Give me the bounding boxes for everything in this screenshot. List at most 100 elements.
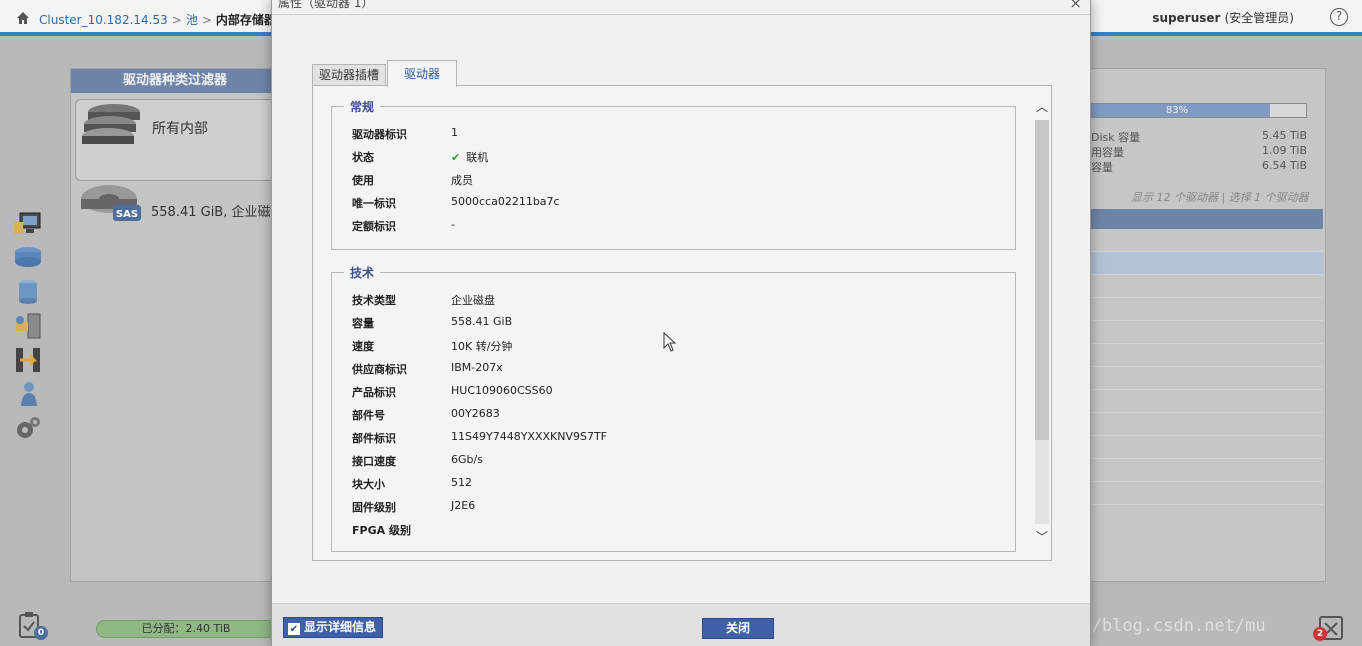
table-row[interactable]: [1091, 275, 1323, 298]
hosts-icon[interactable]: [12, 312, 44, 340]
drive-filter-title: 驱动器种类过滤器: [71, 69, 279, 93]
property-value: ✔ 联机: [451, 149, 488, 165]
help-icon[interactable]: ?: [1330, 8, 1348, 26]
property-key: 驱动器标识: [352, 128, 407, 141]
scroll-up-chevron-icon[interactable]: ︿: [1035, 100, 1049, 114]
table-row[interactable]: [1091, 436, 1323, 459]
breadcrumb: Cluster_10.182.14.53 > 池 > 内部存储器: [39, 11, 276, 28]
property-value: 1: [451, 126, 458, 139]
tab-drive[interactable]: 驱动器: [387, 60, 458, 87]
dialog-close-icon[interactable]: ×: [1069, 0, 1082, 12]
table-row[interactable]: [1091, 321, 1323, 344]
drive-filter-panel: 驱动器种类过滤器 所有内部 SAS 558.41 GiB, 企业磁盘: [70, 68, 285, 582]
allocated-capacity-bar: 已分配：2.40 TiB: [96, 620, 276, 638]
user-name: superuser: [1152, 11, 1221, 25]
properties-scrollbar[interactable]: ︿ ﹀: [1033, 96, 1051, 548]
properties-scroll-area[interactable]: 常规 驱动器标识 1 状态 ✔ 联机 使用 成员 唯一标识 5000cca02211ba7…: [313, 86, 1033, 560]
drive-properties-dialog: 属性（驱动器 1） × 驱动器插槽 驱动器 常规 驱动器标识 1 状态 ✔ 联机 使用…: [271, 0, 1091, 646]
table-row[interactable]: [1091, 367, 1323, 390]
side-navigation: [12, 210, 48, 448]
property-value: HUC109060CSS60: [451, 384, 553, 397]
online-check-icon: ✔: [451, 151, 461, 164]
property-key: 唯一标识: [352, 197, 396, 210]
property-value: -: [451, 218, 455, 231]
property-key: 使用: [352, 174, 374, 187]
mouse-cursor-icon: [663, 332, 677, 352]
property-key: 速度: [352, 340, 374, 353]
tab-drive-slot[interactable]: 驱动器插槽: [312, 64, 387, 86]
stat-label: 用容量: [1091, 146, 1124, 159]
property-value: 00Y2683: [451, 407, 500, 420]
drive-tab-panel: 常规 驱动器标识 1 状态 ✔ 联机 使用 成员 唯一标识 5000cca02211ba7…: [312, 85, 1052, 561]
sas-badge: SAS: [116, 209, 138, 220]
show-details-checkbox[interactable]: ✔ 显示详细信息: [283, 617, 384, 638]
scrollbar-thumb[interactable]: [1035, 120, 1049, 440]
settings-gear-icon[interactable]: [12, 414, 44, 442]
technical-legend: 技术: [344, 264, 381, 281]
stat-row: Disk 容量 5.45 TiB: [1091, 129, 1311, 145]
breadcrumb-separator: >: [171, 13, 182, 27]
table-row[interactable]: [1091, 390, 1323, 413]
user-role: (安全管理员): [1224, 11, 1294, 25]
stat-label: 容量: [1091, 161, 1113, 174]
alerts-count-badge: 2: [1313, 627, 1327, 641]
table-row[interactable]: [1091, 344, 1323, 367]
table-row[interactable]: [1091, 482, 1323, 505]
close-button[interactable]: 关闭: [702, 618, 774, 639]
breadcrumb-cluster[interactable]: Cluster_10.182.14.53: [39, 13, 168, 27]
table-row[interactable]: [1091, 229, 1323, 252]
stat-label: Disk 容量: [1091, 131, 1141, 144]
breadcrumb-separator: >: [201, 13, 212, 27]
tasks-count-badge: 0: [34, 626, 48, 640]
stat-row: 容量 6.54 TiB: [1091, 159, 1311, 175]
capacity-progress-bar: 83%: [1091, 103, 1307, 118]
checkbox-checked-icon: ✔: [288, 623, 300, 635]
stat-row: 用容量 1.09 TiB: [1091, 144, 1311, 160]
property-value: 5000cca02211ba7c: [451, 195, 560, 208]
property-key: 块大小: [352, 478, 385, 491]
dialog-footer: ✔ 显示详细信息 关闭: [272, 603, 1090, 646]
show-details-label: 显示详细信息: [304, 620, 377, 634]
drive-stack-icon: [82, 104, 140, 144]
access-icon[interactable]: [12, 380, 44, 408]
property-value: 558.41 GiB: [451, 315, 513, 328]
table-row[interactable]: [1091, 298, 1323, 321]
volumes-icon[interactable]: [12, 278, 44, 306]
table-row[interactable]: [1091, 459, 1323, 482]
property-value: 512: [451, 476, 472, 489]
table-row-selected[interactable]: [1091, 252, 1323, 275]
sas-disk-icon: SAS: [81, 185, 141, 221]
property-key: 产品标识: [352, 386, 396, 399]
property-key: 定额标识: [352, 220, 396, 233]
pools-icon[interactable]: [12, 244, 44, 272]
copy-services-icon[interactable]: [12, 346, 44, 374]
drive-table-header: [1091, 209, 1323, 229]
breadcrumb-pools[interactable]: 池: [186, 13, 198, 27]
property-value: 成员: [451, 174, 473, 187]
property-key: 容量: [352, 317, 374, 330]
property-key: 供应商标识: [352, 363, 407, 376]
scroll-down-chevron-icon[interactable]: ﹀: [1035, 530, 1049, 544]
property-key: 状态: [352, 151, 374, 164]
property-value: 6Gb/s: [451, 453, 483, 466]
stat-value: 1.09 TiB: [1262, 144, 1307, 157]
property-key: 部件号: [352, 409, 385, 422]
scrollbar-track[interactable]: [1035, 120, 1049, 524]
general-legend: 常规: [344, 98, 381, 115]
property-key: 部件标识: [352, 432, 396, 445]
property-value: J2E6: [451, 499, 476, 512]
property-key: FPGA 级别: [352, 524, 411, 537]
property-key: 固件级别: [352, 501, 396, 514]
home-icon[interactable]: [16, 11, 30, 25]
property-value: 11S49Y7448YXXXKNV9S7TF: [451, 430, 608, 443]
property-key: 接口速度: [352, 455, 396, 468]
filter-all-internal[interactable]: 所有内部: [75, 99, 285, 181]
user-menu[interactable]: superuser (安全管理员): [1152, 9, 1294, 26]
filter-all-label: 所有内部: [152, 121, 208, 137]
monitoring-icon[interactable]: [12, 210, 44, 238]
property-value: 10K 转/分钟: [451, 340, 513, 353]
capacity-percent: 83%: [1165, 105, 1189, 116]
breadcrumb-internal-storage: 内部存储器: [215, 13, 276, 27]
property-value: 企业磁盘: [451, 294, 495, 307]
table-row[interactable]: [1091, 413, 1323, 436]
